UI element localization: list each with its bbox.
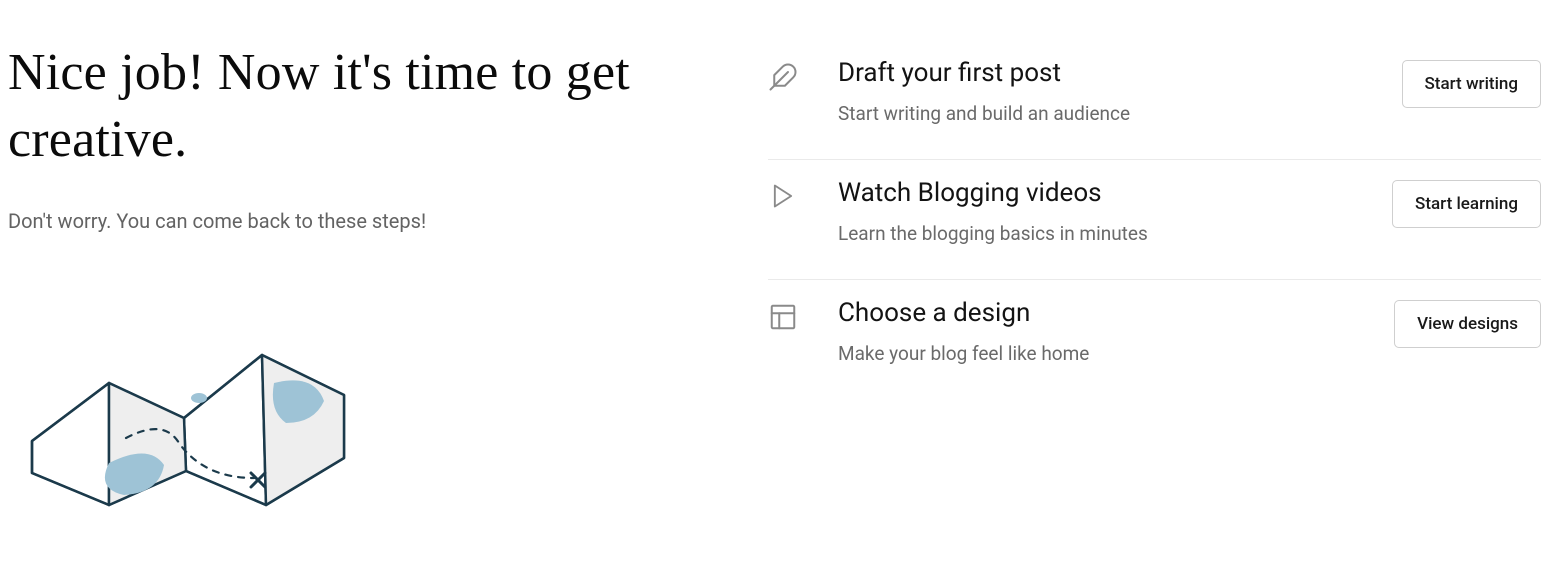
- step-title: Watch Blogging videos: [838, 178, 1352, 208]
- play-icon: [768, 178, 798, 210]
- step-desc: Make your blog feel like home: [838, 342, 1354, 365]
- step-choose-design: Choose a design Make your blog feel like…: [768, 280, 1541, 399]
- step-desc: Start writing and build an audience: [838, 102, 1362, 125]
- step-desc: Learn the blogging basics in minutes: [838, 222, 1352, 245]
- step-title: Choose a design: [838, 298, 1354, 328]
- start-learning-button[interactable]: Start learning: [1392, 180, 1541, 228]
- start-writing-button[interactable]: Start writing: [1402, 60, 1541, 108]
- hero-subhead: Don't worry. You can come back to these …: [8, 209, 768, 233]
- step-watch-videos: Watch Blogging videos Learn the blogging…: [768, 160, 1541, 280]
- step-title: Draft your first post: [838, 58, 1362, 88]
- view-designs-button[interactable]: View designs: [1394, 300, 1541, 348]
- layout-icon: [768, 298, 798, 332]
- steps-list: Draft your first post Start writing and …: [768, 40, 1555, 577]
- hero-section: Nice job! Now it's time to get creative.…: [8, 40, 768, 577]
- map-illustration: [14, 323, 768, 522]
- hero-headline: Nice job! Now it's time to get creative.: [8, 40, 768, 173]
- step-draft-post: Draft your first post Start writing and …: [768, 40, 1541, 160]
- feather-icon: [768, 58, 798, 92]
